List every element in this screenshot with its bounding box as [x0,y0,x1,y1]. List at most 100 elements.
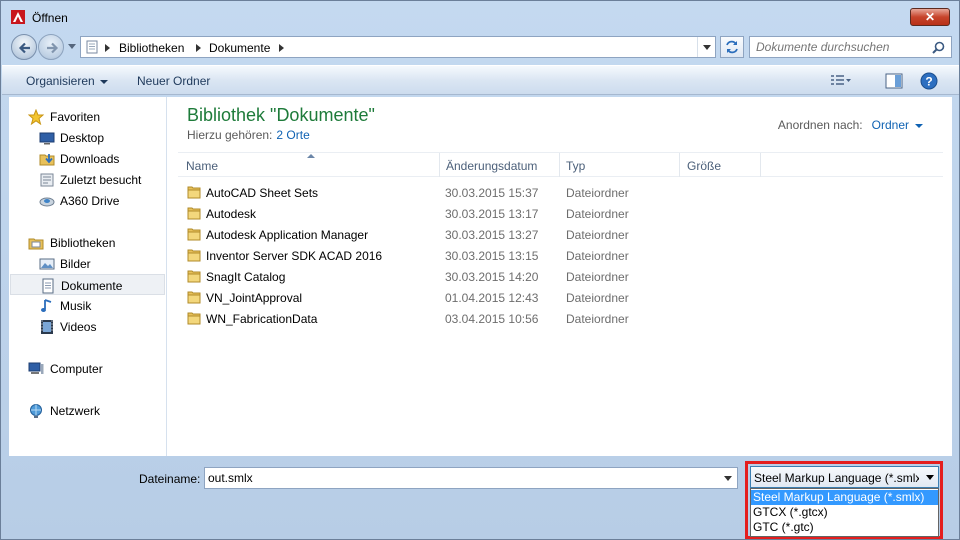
downloads-icon [39,154,55,166]
file-list-pane[interactable]: Bibliothek "Dokumente" Hierzu gehören: 2 … [168,97,952,456]
sidebar-item-music[interactable]: Musik [9,295,166,316]
breadcrumb-separator-icon[interactable] [105,44,110,52]
navigation-pane[interactable]: Favoriten Desktop Downloads Zuletzt besu… [9,97,167,456]
folder-icon [187,312,201,325]
content-area: Favoriten Desktop Downloads Zuletzt besu… [9,97,952,456]
column-header-date[interactable]: Änderungsdatum [446,159,537,173]
sidebar-item-recent-places[interactable]: Zuletzt besucht [9,169,166,190]
sidebar-item-favorites[interactable]: Favoriten [9,106,166,127]
address-history-dropdown[interactable] [697,37,715,57]
filename-dropdown-button[interactable] [719,468,737,488]
sidebar-item-videos[interactable]: Videos [9,316,166,337]
address-bar[interactable]: Bibliotheken Dokumente [80,36,716,58]
filetype-option-gtcx[interactable]: GTCX (*.gtcx) [751,505,938,520]
sidebar-item-label: Favoriten [50,110,101,124]
sidebar-item-a360-drive[interactable]: A360 Drive [9,190,166,211]
library-includes-label: Hierzu gehören: [187,128,273,142]
column-separator[interactable] [679,153,680,177]
column-separator[interactable] [559,153,560,177]
command-toolbar: Organisieren Neuer Ordner ? [2,65,959,95]
back-button[interactable] [11,34,37,60]
navigation-bar: Bibliotheken Dokumente [1,33,959,61]
chevron-down-icon [99,79,108,84]
sidebar-item-desktop[interactable]: Desktop [9,127,166,148]
chevron-down-icon[interactable] [926,475,934,480]
view-options-icon[interactable] [830,73,852,89]
sidebar-item-label: Downloads [60,152,120,166]
desktop-icon [39,132,55,145]
refresh-button[interactable] [720,36,744,58]
sidebar-item-label: A360 Drive [60,194,120,208]
file-type: Dateiordner [566,270,629,284]
folder-icon [187,207,201,220]
breadcrumb-separator-icon[interactable] [279,44,284,52]
sidebar-item-label: Bilder [60,257,91,271]
filetype-option-gtc[interactable]: GTC (*.gtc) [751,520,938,535]
file-name: VN_JointApproval [206,291,303,305]
title-bar[interactable]: Öffnen ✕ [1,1,959,31]
search-input[interactable] [756,40,926,54]
file-type: Dateiordner [566,228,629,242]
breadcrumb-dokumente[interactable]: Dokumente [209,41,270,55]
file-row[interactable]: Autodesk Application Manager 30.03.2015 1… [178,224,943,245]
filetype-option-smlx[interactable]: Steel Markup Language (*.smlx) [751,490,938,505]
a360-drive-icon [39,197,55,207]
sidebar-item-label: Bibliotheken [50,236,116,250]
breadcrumb-separator-icon[interactable] [196,44,201,52]
filename-input[interactable] [208,471,708,485]
folder-icon [187,186,201,199]
help-icon[interactable]: ? [920,72,938,90]
search-icon[interactable] [932,41,945,54]
pictures-icon [39,258,55,270]
breadcrumb-bibliotheken[interactable]: Bibliotheken [119,41,184,55]
file-row[interactable]: AutoCAD Sheet Sets 30.03.2015 15:37 Dateio… [178,182,943,203]
filetype-select[interactable]: Steel Markup Language (*.smlx) [750,466,939,488]
new-folder-button[interactable]: Neuer Ordner [137,74,210,88]
file-date: 30.03.2015 15:37 [445,186,539,200]
close-button[interactable]: ✕ [910,8,950,26]
file-row[interactable]: WN_FabricationData 03.04.2015 10:56 Dateio… [178,308,943,329]
sidebar-item-libraries[interactable]: Bibliotheken [9,232,166,253]
sidebar-item-label: Netzwerk [50,404,101,418]
filename-combobox[interactable] [204,467,738,489]
forward-button[interactable] [38,34,64,60]
filetype-selected-value: Steel Markup Language (*.smlx) [754,471,919,485]
search-box[interactable] [749,36,952,58]
file-name: WN_FabricationData [206,312,318,326]
sidebar-item-downloads[interactable]: Downloads [9,148,166,169]
column-separator[interactable] [760,153,761,177]
column-header-type[interactable]: Typ [566,159,585,173]
column-header-size[interactable]: Größe [687,159,721,173]
file-type: Dateiordner [566,312,629,326]
sidebar-item-computer[interactable]: Computer [9,358,166,379]
preview-pane-icon[interactable] [885,73,903,89]
chevron-down-icon[interactable] [915,123,923,128]
file-row[interactable]: VN_JointApproval 01.04.2015 12:43 Dateiord… [178,287,943,308]
file-date: 03.04.2015 10:56 [445,312,539,326]
library-subtitle: Hierzu gehören: 2 Orte [187,128,310,142]
folder-icon [187,270,201,283]
recent-pages-chevron-icon[interactable] [68,44,76,50]
file-row[interactable]: SnagIt Catalog 30.03.2015 14:20 Dateiordne… [178,266,943,287]
column-header-name[interactable]: Name [186,159,218,173]
column-separator[interactable] [439,153,440,177]
sidebar-item-label: Dokumente [61,279,123,293]
folder-icon [187,228,201,241]
sidebar-item-pictures[interactable]: Bilder [9,253,166,274]
file-name: SnagIt Catalog [206,270,286,284]
sidebar-item-network[interactable]: Netzwerk [9,400,166,421]
videos-icon [41,320,53,334]
file-row[interactable]: Autodesk 30.03.2015 13:17 Dateiordner [178,203,943,224]
file-date: 01.04.2015 12:43 [445,291,539,305]
file-date: 30.03.2015 13:17 [445,207,539,221]
arrange-by-dropdown[interactable]: Ordner [872,118,909,132]
organize-label: Organisieren [26,74,95,88]
organize-menu[interactable]: Organisieren [26,74,108,88]
file-type: Dateiordner [566,207,629,221]
sidebar-item-documents[interactable]: Dokumente [10,274,165,295]
recent-places-icon [40,173,54,187]
file-row[interactable]: Inventor Server SDK ACAD 2016 30.03.2015 … [178,245,943,266]
filetype-dropdown-list: Steel Markup Language (*.smlx) GTCX (*.g… [750,488,939,537]
computer-icon [28,362,44,374]
library-locations-link[interactable]: 2 Orte [276,128,309,142]
